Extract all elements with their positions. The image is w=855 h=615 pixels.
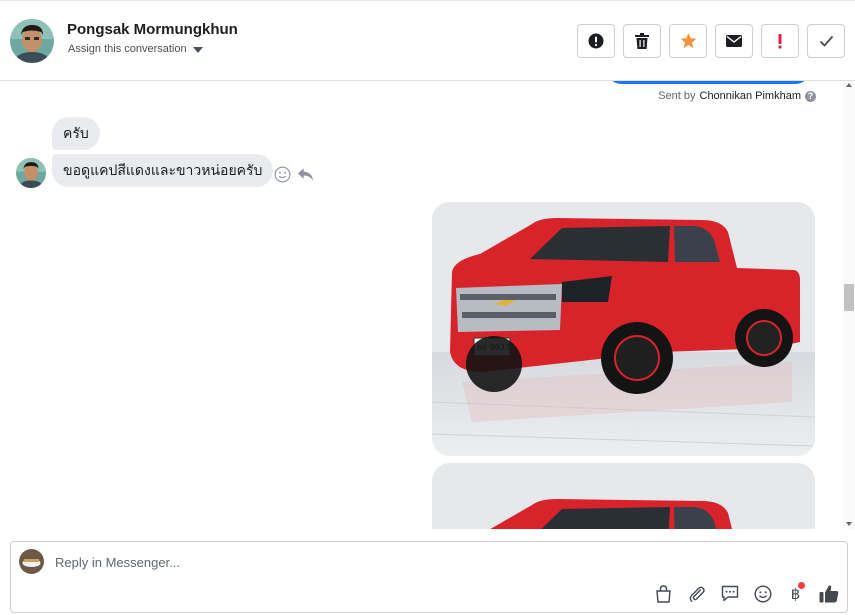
scroll-down-arrow-icon[interactable] (846, 522, 852, 526)
thread-scrollbar[interactable] (843, 81, 855, 529)
reply-input[interactable] (55, 550, 815, 574)
mark-done-button[interactable] (807, 24, 845, 58)
exclamation-icon (778, 34, 782, 49)
follow-up-button[interactable] (761, 24, 799, 58)
attach-file-button[interactable] (686, 583, 707, 604)
saved-replies-button[interactable] (719, 583, 740, 604)
scroll-up-arrow-icon[interactable] (846, 83, 852, 87)
sent-by-label: Sent by Chonnikan Pimkham ? (658, 90, 816, 102)
contact-avatar[interactable] (10, 19, 54, 63)
star-icon (680, 33, 696, 49)
notification-dot (798, 582, 805, 589)
conversation-header: Pongsak Mormungkhun Assign this conversa… (0, 0, 855, 81)
previous-message-bubble (605, 81, 812, 84)
emoji-button[interactable] (752, 583, 773, 604)
reply-arrow-icon[interactable] (297, 167, 314, 182)
incoming-message-bubble: ขอดูแคปสีแดงและขาวหน่อยครับ (52, 154, 274, 187)
incoming-message-bubble: ครับ (52, 117, 100, 150)
shopping-bag-button[interactable] (653, 583, 674, 604)
exclamation-circle-icon (588, 33, 604, 49)
envelope-icon (726, 35, 742, 47)
sender-avatar (16, 158, 46, 188)
attached-photo[interactable]: ยค 9937 (432, 202, 815, 456)
contact-name[interactable]: Pongsak Mormungkhun (67, 21, 238, 38)
assign-label: Assign this conversation (68, 43, 187, 55)
checkmark-icon (819, 35, 833, 47)
payment-button[interactable]: ฿ (785, 582, 806, 604)
like-button[interactable] (818, 583, 839, 604)
reply-composer: ฿ (10, 541, 848, 613)
composer-tools: ฿ (653, 582, 839, 604)
delete-button[interactable] (623, 24, 661, 58)
shopping-bag-icon (656, 584, 671, 603)
attached-photo[interactable] (432, 463, 815, 529)
sent-by-prefix: Sent by (658, 90, 696, 102)
star-button[interactable] (669, 24, 707, 58)
assign-conversation-dropdown[interactable]: Assign this conversation (68, 43, 203, 55)
caret-down-icon (192, 46, 203, 53)
thumbs-up-icon (819, 585, 838, 603)
message-tools (274, 166, 314, 183)
react-emoji-icon[interactable] (274, 166, 291, 183)
scroll-thumb[interactable] (844, 284, 854, 311)
sent-by-name: Chonnikan Pimkham (699, 90, 802, 102)
paperclip-icon (689, 586, 705, 602)
info-icon[interactable]: ? (805, 90, 816, 102)
trash-icon (635, 33, 649, 49)
emoji-icon (753, 584, 772, 603)
conversation-actions (577, 24, 845, 58)
mark-unread-button[interactable] (715, 24, 753, 58)
saved-reply-icon (721, 585, 738, 602)
message-thread[interactable]: Sent by Chonnikan Pimkham ? ครับ ขอดูแคป… (0, 81, 843, 529)
page-avatar (19, 549, 44, 574)
spam-button[interactable] (577, 24, 615, 58)
